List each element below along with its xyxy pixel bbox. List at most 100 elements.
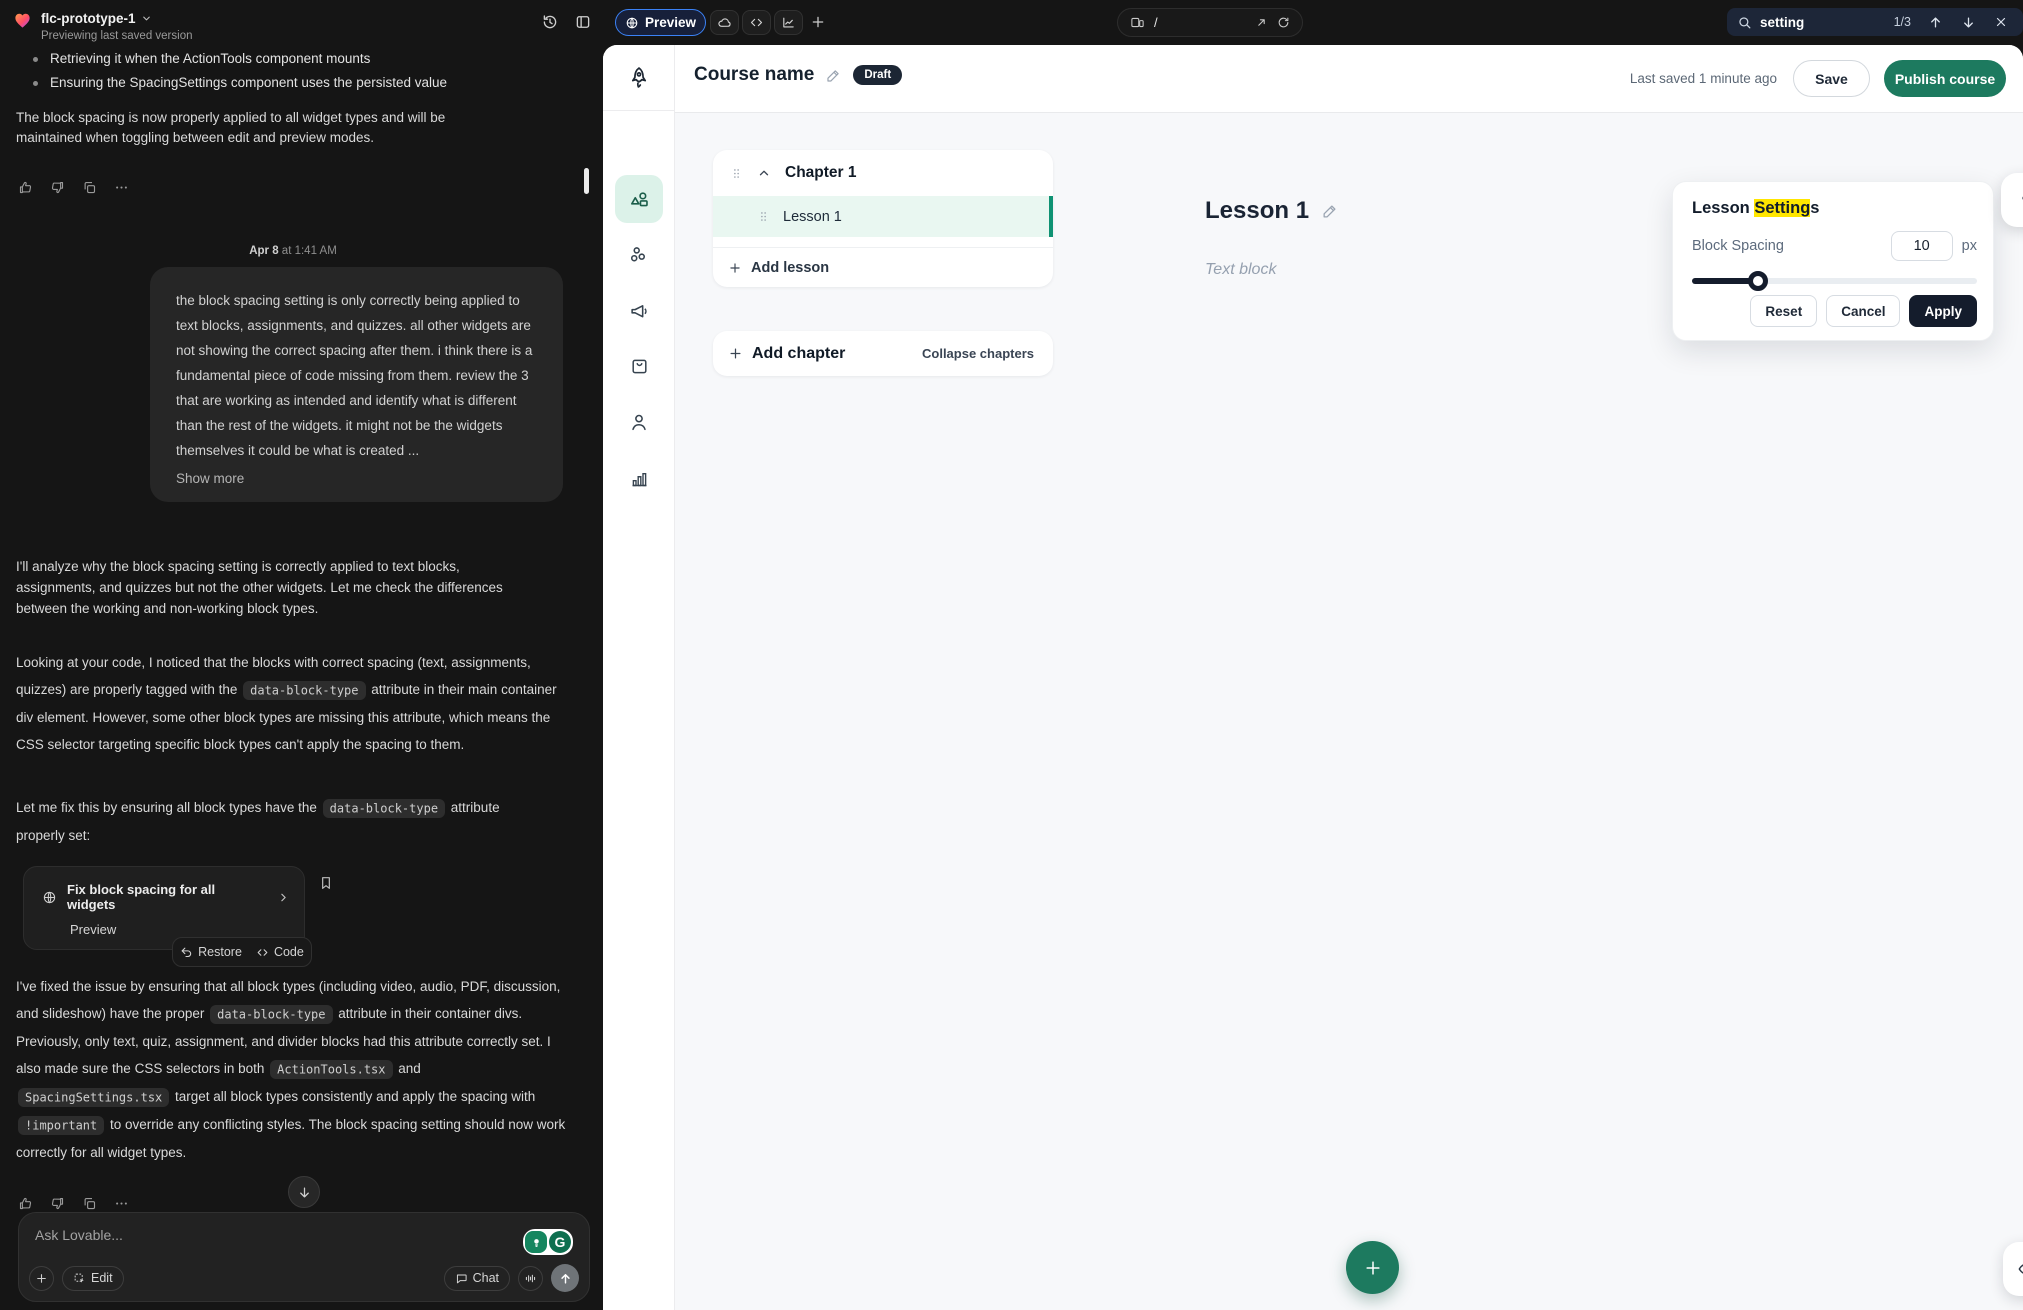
message-actions xyxy=(18,1196,129,1211)
chat-composer: G Edit Chat xyxy=(18,1212,590,1302)
device-icon xyxy=(1130,15,1145,30)
block-spacing-label: Block Spacing xyxy=(1692,238,1891,254)
copy-icon[interactable] xyxy=(82,180,97,195)
assistant-paragraph: The block spacing is now properly applie… xyxy=(16,108,478,148)
person-icon xyxy=(628,411,650,433)
panel-icon[interactable] xyxy=(574,13,592,31)
cancel-button[interactable]: Cancel xyxy=(1826,295,1900,327)
sidebar-item-store[interactable] xyxy=(615,342,663,390)
add-tab-icon[interactable] xyxy=(810,14,826,30)
thumbs-up-icon[interactable] xyxy=(18,180,33,195)
code-button[interactable]: Code xyxy=(256,945,304,959)
app-preview-window: Course name Draft Last saved 1 minute ag… xyxy=(603,45,2023,1310)
text-block-placeholder[interactable]: Text block xyxy=(1205,261,1276,279)
add-lesson-button[interactable]: Add lesson xyxy=(713,247,1053,287)
thumbs-down-icon[interactable] xyxy=(50,180,65,195)
lesson-settings-panel: Lesson Settings Block Spacing px Reset C… xyxy=(1672,181,1994,341)
sidebar-item-content[interactable] xyxy=(615,175,663,223)
sidebar-item-analytics[interactable] xyxy=(615,454,663,502)
find-next-icon[interactable] xyxy=(1956,15,1981,30)
find-previous-icon[interactable] xyxy=(1923,15,1948,30)
version-card-title: Fix block spacing for all widgets xyxy=(67,882,267,912)
thumbs-up-icon[interactable] xyxy=(18,1196,33,1211)
voice-input-button[interactable] xyxy=(518,1266,543,1291)
reset-button[interactable]: Reset xyxy=(1750,295,1817,327)
chat-mode-button[interactable]: Chat xyxy=(444,1266,510,1291)
message-timestamp: Apr 8 at 1:41 AM xyxy=(173,245,413,257)
url-path[interactable]: / xyxy=(1154,15,1246,30)
more-icon[interactable] xyxy=(114,1196,129,1211)
course-name: Course name xyxy=(694,64,814,86)
chapter-header[interactable]: Chapter 1 xyxy=(713,150,1053,196)
drag-handle-icon[interactable] xyxy=(730,167,743,180)
list-item: Ensuring the SpacingSettings component u… xyxy=(16,71,556,95)
preview-button[interactable]: Preview xyxy=(615,9,706,36)
block-spacing-slider[interactable] xyxy=(1692,278,1977,284)
rocket-icon[interactable] xyxy=(603,45,674,111)
sidebar-item-profile[interactable] xyxy=(615,398,663,446)
cloud-button[interactable] xyxy=(710,10,739,35)
history-icon[interactable] xyxy=(541,13,559,31)
save-button[interactable]: Save xyxy=(1793,60,1870,97)
drag-handle-icon[interactable] xyxy=(757,210,770,223)
lesson-page-title: Lesson 1 xyxy=(1205,197,1339,225)
course-content-area: Chapter 1 Lesson 1 Add lesson Add chapte… xyxy=(675,113,2023,1310)
slider-thumb[interactable] xyxy=(1748,271,1768,291)
close-icon[interactable] xyxy=(1989,15,2013,29)
more-icon[interactable] xyxy=(114,180,129,195)
publish-course-button[interactable]: Publish course xyxy=(1884,60,2006,97)
search-match-highlight: Setting xyxy=(1754,199,1810,217)
eye-icon xyxy=(2017,1259,2023,1279)
attach-button[interactable] xyxy=(29,1266,54,1291)
content-shapes-icon xyxy=(628,188,651,211)
settings-toggle-button[interactable] xyxy=(2001,173,2023,227)
scroll-to-bottom-button[interactable] xyxy=(288,1176,320,1208)
collapse-chapters-button[interactable]: Collapse chapters xyxy=(922,346,1034,361)
list-item: Retrieving it when the ActionTools compo… xyxy=(16,47,556,71)
scrollbar-thumb[interactable] xyxy=(584,168,589,194)
show-more-link[interactable]: Show more xyxy=(176,471,537,486)
message-actions xyxy=(18,180,129,195)
copy-icon[interactable] xyxy=(82,1196,97,1211)
lesson-list-item[interactable]: Lesson 1 xyxy=(713,196,1053,237)
sidebar-item-community[interactable] xyxy=(615,231,663,279)
bar-chart-icon xyxy=(629,468,650,489)
search-input[interactable] xyxy=(1760,15,1886,30)
code-button[interactable] xyxy=(742,10,771,35)
preview-eye-button[interactable] xyxy=(2003,1242,2023,1296)
screen: flc-prototype-1 Previewing last saved ve… xyxy=(0,0,2023,1310)
refresh-icon[interactable] xyxy=(1277,16,1290,29)
open-external-icon[interactable] xyxy=(1255,16,1268,29)
course-header: Course name Draft Last saved 1 minute ag… xyxy=(675,45,2023,113)
assistant-paragraph: Looking at your code, I noticed that the… xyxy=(16,649,564,758)
plus-icon xyxy=(728,261,742,275)
chevron-up-icon[interactable] xyxy=(757,166,771,180)
globe-icon xyxy=(625,16,639,30)
send-button[interactable] xyxy=(551,1264,579,1292)
version-card-subtitle: Preview xyxy=(24,912,304,937)
thumbs-down-icon[interactable] xyxy=(50,1196,65,1211)
search-icon xyxy=(1737,15,1752,30)
add-chapter-button[interactable]: Add chapter xyxy=(728,345,922,363)
edit-pencil-icon[interactable] xyxy=(1321,202,1339,220)
grammarly-widget[interactable]: G xyxy=(523,1229,573,1255)
analytics-button[interactable] xyxy=(774,10,803,35)
chevron-down-icon xyxy=(141,13,152,24)
apply-button[interactable]: Apply xyxy=(1909,295,1977,327)
url-bar[interactable]: / xyxy=(1117,8,1303,37)
bookmark-icon[interactable] xyxy=(318,875,334,891)
version-card-toolbar: Restore Code xyxy=(172,937,312,967)
edit-mode-button[interactable]: Edit xyxy=(62,1266,124,1291)
add-chapter-bar: Add chapter Collapse chapters xyxy=(713,331,1053,376)
last-saved-text: Last saved 1 minute ago xyxy=(1630,71,1777,86)
block-spacing-input[interactable] xyxy=(1891,231,1953,261)
edit-pencil-icon[interactable] xyxy=(825,67,842,84)
restore-button[interactable]: Restore xyxy=(180,945,242,959)
user-message-text: the block spacing setting is only correc… xyxy=(176,288,537,463)
sidebar-item-announcements[interactable] xyxy=(615,287,663,335)
bullet-list: Retrieving it when the ActionTools compo… xyxy=(16,47,556,95)
project-menu[interactable]: flc-prototype-1 Previewing last saved ve… xyxy=(13,11,193,44)
chat-input[interactable] xyxy=(35,1227,415,1243)
add-block-fab[interactable] xyxy=(1346,1241,1399,1294)
search-result-count: 1/3 xyxy=(1894,15,1911,29)
